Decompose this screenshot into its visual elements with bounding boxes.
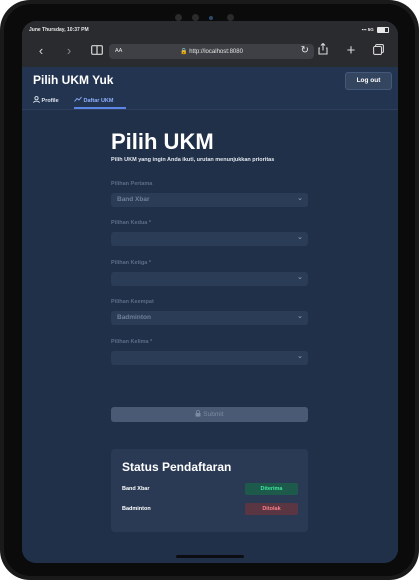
battery-icon xyxy=(377,27,389,33)
chart-line-icon xyxy=(74,96,84,104)
select-value: Band Xbar xyxy=(117,196,150,203)
app-title: Pilih UKM Yuk xyxy=(33,73,114,87)
chart-glyph xyxy=(74,96,82,102)
tab-daftar-ukm[interactable]: Daftar UKM xyxy=(74,96,126,109)
tab-profile-label: Profile xyxy=(41,98,59,104)
camera-dot xyxy=(192,14,199,21)
status-badge: Ditolak xyxy=(245,503,298,515)
screen: June Thursday, 10:37 PM ▪▪▪ 5G ‹ › + AA … xyxy=(22,21,398,563)
status-card: Status Pendaftaran Band Xbar Diterima Ba… xyxy=(111,449,308,532)
back-icon[interactable]: ‹ xyxy=(32,43,50,59)
sensor-dot xyxy=(175,14,182,21)
page-subtitle: Pilih UKM yang ingin Anda ikuti, urutan … xyxy=(111,157,275,163)
signal-indicator: ▪▪▪ 5G xyxy=(362,27,389,33)
home-indicator xyxy=(176,555,244,558)
select-pilihan-kedua[interactable]: ⌄ xyxy=(111,232,308,246)
sidebar-glyph xyxy=(91,45,103,55)
camera-lens xyxy=(209,16,213,20)
tab-daftar-ukm-label: Daftar UKM xyxy=(83,98,114,104)
reload-icon[interactable]: ↻ xyxy=(301,45,309,56)
field-label-1: Pilihan Pertama xyxy=(111,181,153,187)
chevron-down-icon: ⌄ xyxy=(297,234,303,241)
tabs-glyph xyxy=(372,44,384,55)
field-label-2: Pilihan Kedua * xyxy=(111,220,152,226)
lock-icon: 🔒 xyxy=(180,49,188,55)
field-label-3: Pilihan Ketiga * xyxy=(111,260,152,266)
select-pilihan-keempat[interactable]: Badminton ⌄ xyxy=(111,311,308,325)
submit-label: Submit xyxy=(203,411,224,418)
address-bar[interactable]: AA 🔒 http://localhost:8080 ↻ xyxy=(109,44,314,59)
status-card-title: Status Pendaftaran xyxy=(122,460,232,474)
lock-glyph xyxy=(195,410,201,417)
tabs-overview-icon[interactable] xyxy=(369,43,387,59)
chevron-down-icon: ⌄ xyxy=(297,353,303,360)
user-glyph xyxy=(33,96,40,103)
url-value: http://localhost:8080 xyxy=(189,49,243,55)
page-title: Pilih UKM xyxy=(111,129,214,154)
new-tab-icon[interactable]: + xyxy=(342,43,360,59)
status-row-name: Badminton xyxy=(122,506,151,512)
submit-button[interactable]: Submit xyxy=(111,407,308,422)
main-content: Pilih UKM Pilih UKM yang ingin Anda ikut… xyxy=(22,110,398,563)
status-bar: June Thursday, 10:37 PM ▪▪▪ 5G xyxy=(22,21,398,37)
forward-icon[interactable]: › xyxy=(60,43,78,59)
chevron-down-icon: ⌄ xyxy=(297,313,303,320)
chevron-down-icon: ⌄ xyxy=(297,274,303,281)
logout-button[interactable]: Log out xyxy=(345,72,392,90)
select-pilihan-ketiga[interactable]: ⌄ xyxy=(111,272,308,286)
url-text: 🔒 http://localhost:8080 xyxy=(109,48,314,55)
status-row-name: Band Xbar xyxy=(122,486,150,492)
active-tab-indicator xyxy=(74,107,126,109)
network-type: 5G xyxy=(367,27,374,33)
chevron-down-icon: ⌄ xyxy=(297,195,303,202)
app-header: Pilih UKM Yuk Log out Profile Daftar UKM xyxy=(22,67,398,110)
user-icon xyxy=(33,96,42,104)
select-pilihan-kelima[interactable]: ⌄ xyxy=(111,351,308,365)
field-label-4: Pilihan Keempat xyxy=(111,299,154,305)
sensor-dot xyxy=(227,14,234,21)
status-time: June Thursday, 10:37 PM xyxy=(29,27,89,33)
share-glyph xyxy=(318,42,328,55)
status-badge: Diterima xyxy=(245,483,298,495)
sidebar-icon[interactable] xyxy=(88,43,106,59)
field-label-5: Pilihan Kelima * xyxy=(111,339,153,345)
tab-profile[interactable]: Profile xyxy=(33,96,59,108)
select-value: Badminton xyxy=(117,314,151,321)
share-icon[interactable] xyxy=(314,42,332,59)
select-pilihan-pertama[interactable]: Band Xbar ⌄ xyxy=(111,193,308,207)
